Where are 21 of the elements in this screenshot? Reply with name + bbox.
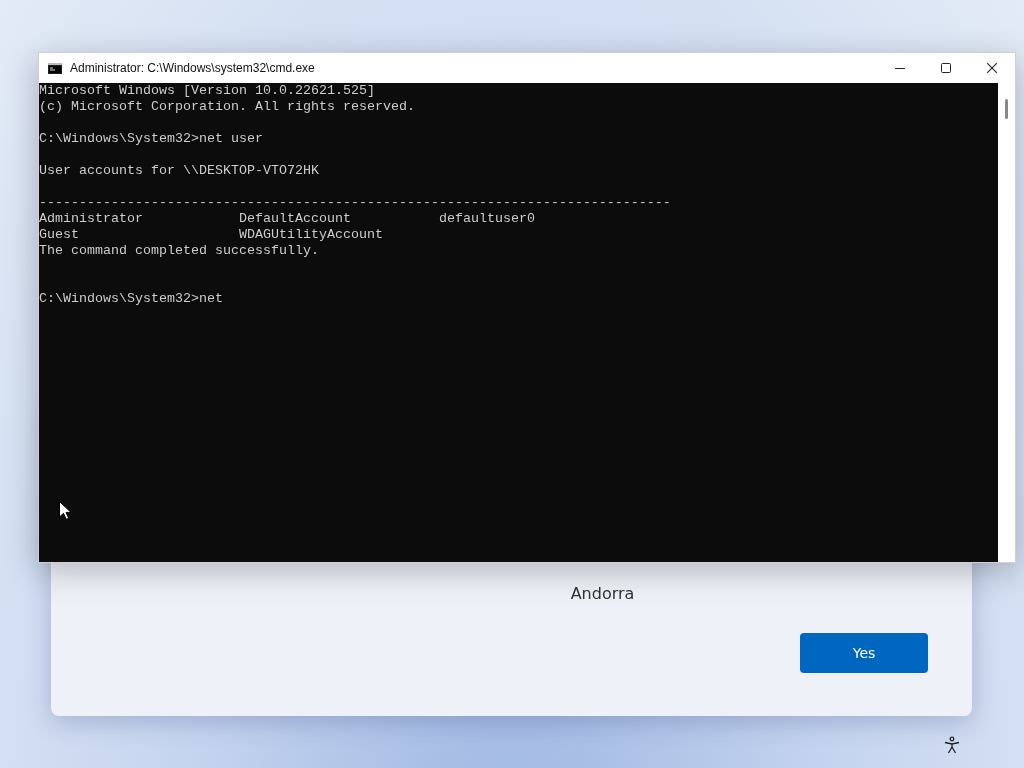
- maximize-icon: [941, 63, 951, 73]
- account-name: defaultuser0: [439, 211, 536, 227]
- console-line: User accounts for \\DESKTOP-VTO72HK: [39, 163, 319, 178]
- yes-button[interactable]: Yes: [800, 633, 928, 673]
- mouse-pointer-icon: [59, 501, 71, 520]
- console-line: The command completed successfully.: [39, 243, 319, 258]
- window-title: Administrator: C:\Windows\system32\cmd.exe: [70, 61, 315, 75]
- console-line: Microsoft Windows [Version 10.0.22621.525]: [39, 83, 375, 98]
- account-name: Administrator: [39, 211, 144, 227]
- account-name: Guest: [39, 227, 80, 243]
- accessibility-icon[interactable]: [943, 736, 961, 754]
- console-line: C:\Windows\System32>net: [39, 291, 223, 306]
- region-name[interactable]: Andorra: [570, 584, 635, 603]
- console-line: -------------------------------------------------------------------------------: [39, 195, 671, 210]
- console-line: C:\Windows\System32>net user: [39, 131, 263, 146]
- account-name: DefaultAccount: [239, 211, 352, 227]
- console-app-icon: [48, 62, 62, 74]
- console-line: (c) Microsoft Corporation. All rights reserved.: [39, 99, 415, 114]
- close-icon: [987, 63, 997, 73]
- scrollbar-thumb[interactable]: [1005, 99, 1008, 119]
- account-name: WDAGUtilityAccount: [239, 227, 384, 243]
